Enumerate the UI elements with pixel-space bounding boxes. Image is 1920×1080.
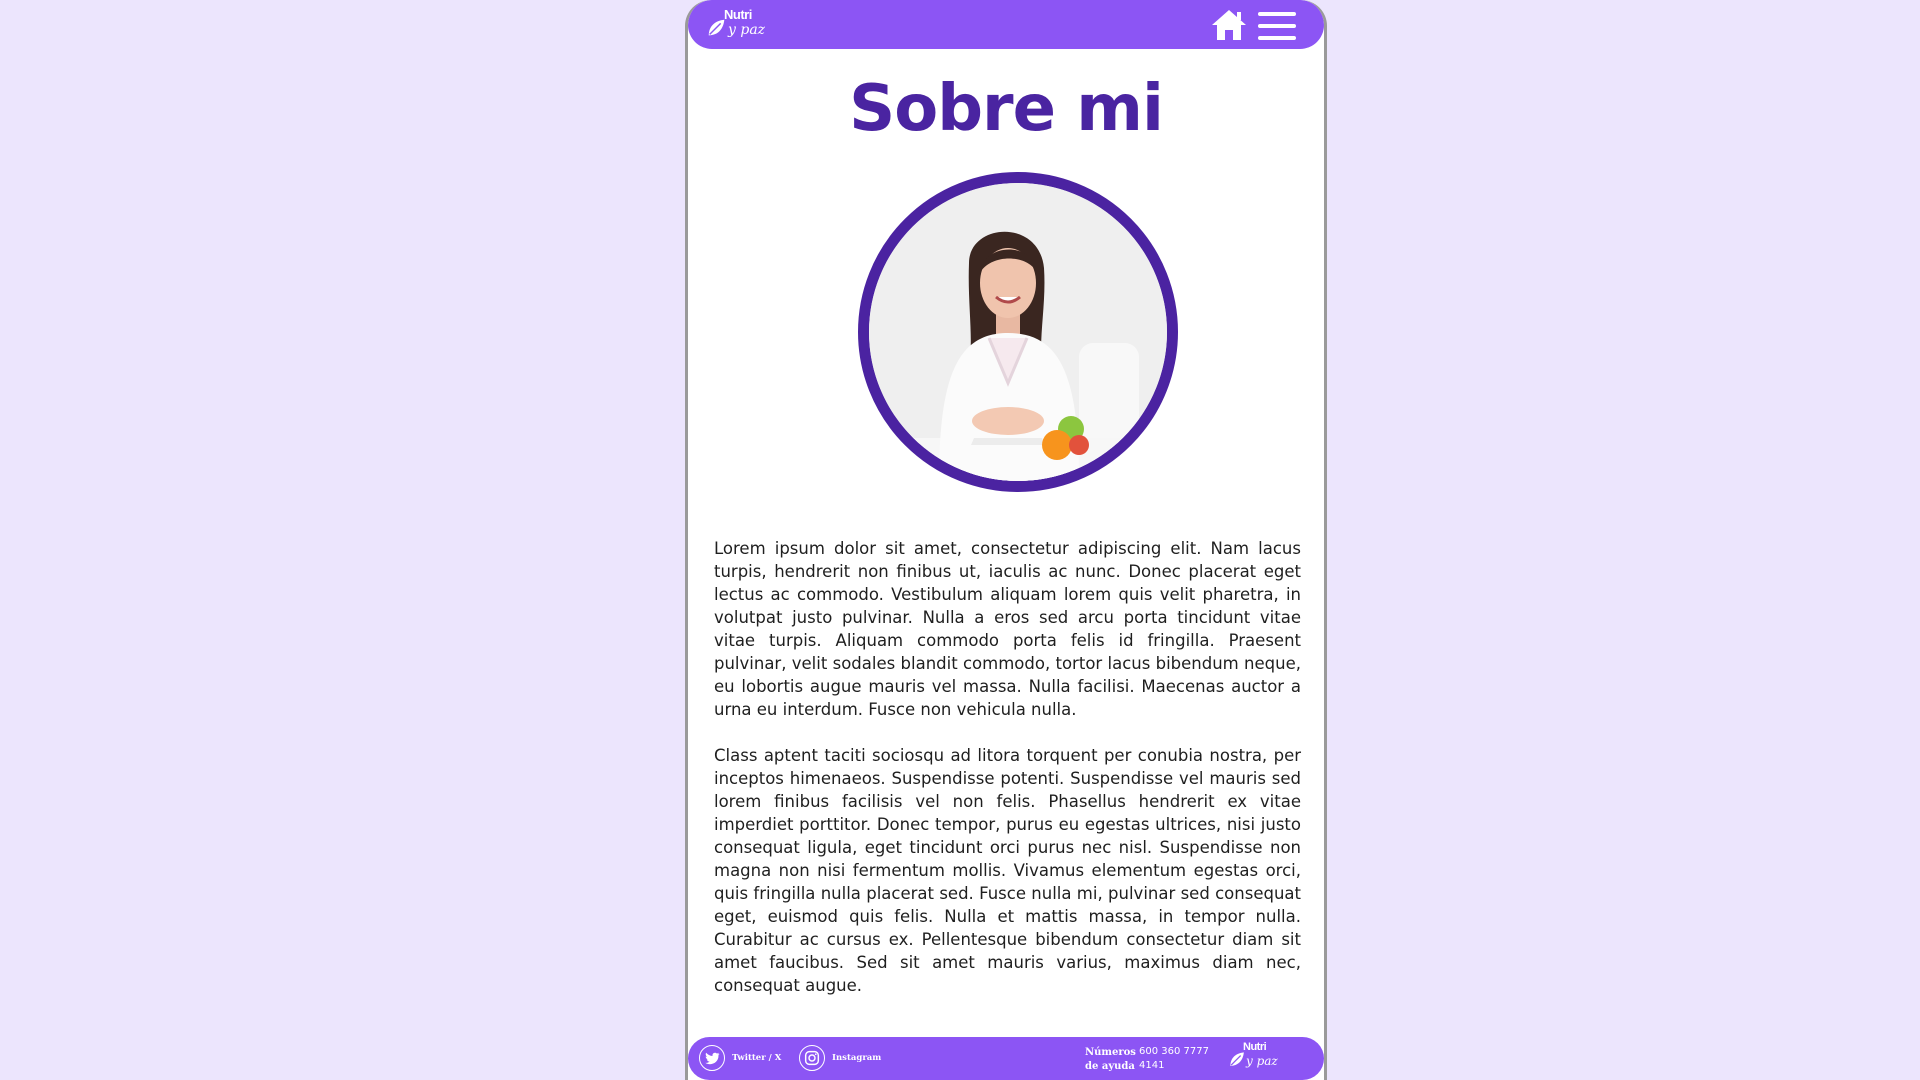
menu-bar [1258,36,1296,40]
instagram-icon [799,1045,825,1071]
footer-bar: Twitter / X Instagram Números de ayuda 6… [688,1037,1324,1080]
brand-logo[interactable]: Nutri y paz [706,7,768,43]
page-title: Sobre mi [849,72,1164,146]
brand-name-primary: Nutri [724,7,752,22]
instagram-link[interactable]: Instagram [799,1044,881,1072]
menu-bar [1258,12,1296,16]
about-text: Lorem ipsum dolor sit amet, consectetur … [714,537,1301,1020]
footer-brand-logo[interactable]: Nutri y paz [1228,1041,1280,1075]
home-button[interactable] [1210,8,1248,42]
portrait-photo [869,183,1167,481]
page-frame: Nutri y paz Sobre mi Lorem ipsum dolor s… [685,0,1327,1080]
hamburger-menu-button[interactable] [1258,10,1296,42]
home-icon [1212,10,1246,40]
nutritionist-portrait [858,172,1178,492]
help-phone-number[interactable]: 600 360 7777 4141 [1139,1045,1217,1073]
help-numbers-label: Números de ayuda [1085,1047,1136,1072]
brand-name-secondary: y paz [1246,1054,1278,1068]
top-navbar: Nutri y paz [688,0,1324,49]
twitter-link[interactable]: Twitter / X [699,1044,781,1072]
twitter-label: Twitter / X [732,1053,782,1063]
brand-name-secondary: y paz [728,22,766,38]
menu-bar [1258,24,1296,28]
about-paragraph: Lorem ipsum dolor sit amet, consectetur … [714,539,1301,719]
twitter-icon [699,1045,725,1071]
brand-name-primary: Nutri [1243,1041,1267,1053]
instagram-label: Instagram [832,1053,882,1063]
about-paragraph: Class aptent taciti sociosqu ad litora t… [714,746,1301,995]
